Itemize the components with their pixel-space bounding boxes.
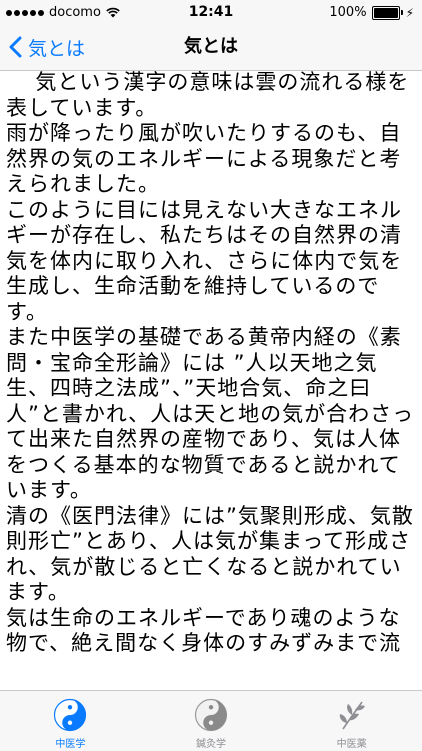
tab-label: 中医薬 (336, 739, 367, 750)
paragraph: また中医学の基礎である黄帝内経の《素問・宝命全形論》には ”人以天地之気生、四時… (6, 325, 415, 502)
status-bar: docomo 12:41 100% ⚡ (0, 0, 422, 24)
battery-level-fill (373, 7, 398, 18)
page-title: 気とは (184, 36, 238, 57)
tab-bar: 中医学 鍼灸学 中医薬 (0, 690, 422, 751)
yin-yang-icon (194, 698, 228, 732)
yin-yang-icon (54, 698, 87, 732)
tab-label: 中医学 (55, 739, 86, 750)
tab-herbal-medicine[interactable]: 中医薬 (281, 691, 422, 751)
paragraph: 雨が降ったり風が吹いたりするのも、自然界の気のエネルギーによる現象だと考えられま… (6, 121, 402, 196)
article-text[interactable]: 気という漢字の意味は雲の流れる様を表しています。 雨が降ったり風が吹いたりするの… (6, 70, 416, 690)
paragraph: 気は生命のエネルギーであり魂のような物で、絶え間なく身体のすみずみまで流 (6, 605, 402, 656)
battery-icon (371, 5, 403, 20)
navigation-bar: 気とは 気とは (0, 24, 422, 71)
charging-bolt-icon: ⚡ (405, 5, 414, 20)
paragraph: 気という漢字の意味は雲の流れる様を表しています。 (6, 70, 410, 120)
tab-label: 鍼灸学 (196, 739, 226, 750)
tab-acupuncture[interactable]: 鍼灸学 (141, 691, 282, 751)
herb-leaf-icon (339, 701, 365, 730)
paragraph: このように目には見えない大きなエネルギーが存在し、私たちはその自然界の清気を体内… (6, 197, 403, 324)
status-right: 100% ⚡ (329, 5, 414, 20)
paragraph: 清の《医門法律》には”気聚則形成、気散則形亡”とあり、人は気が集まって形成され、… (6, 503, 414, 605)
tab-chinese-medicine[interactable]: 中医学 (0, 691, 141, 751)
battery-percentage: 100% (329, 5, 367, 20)
